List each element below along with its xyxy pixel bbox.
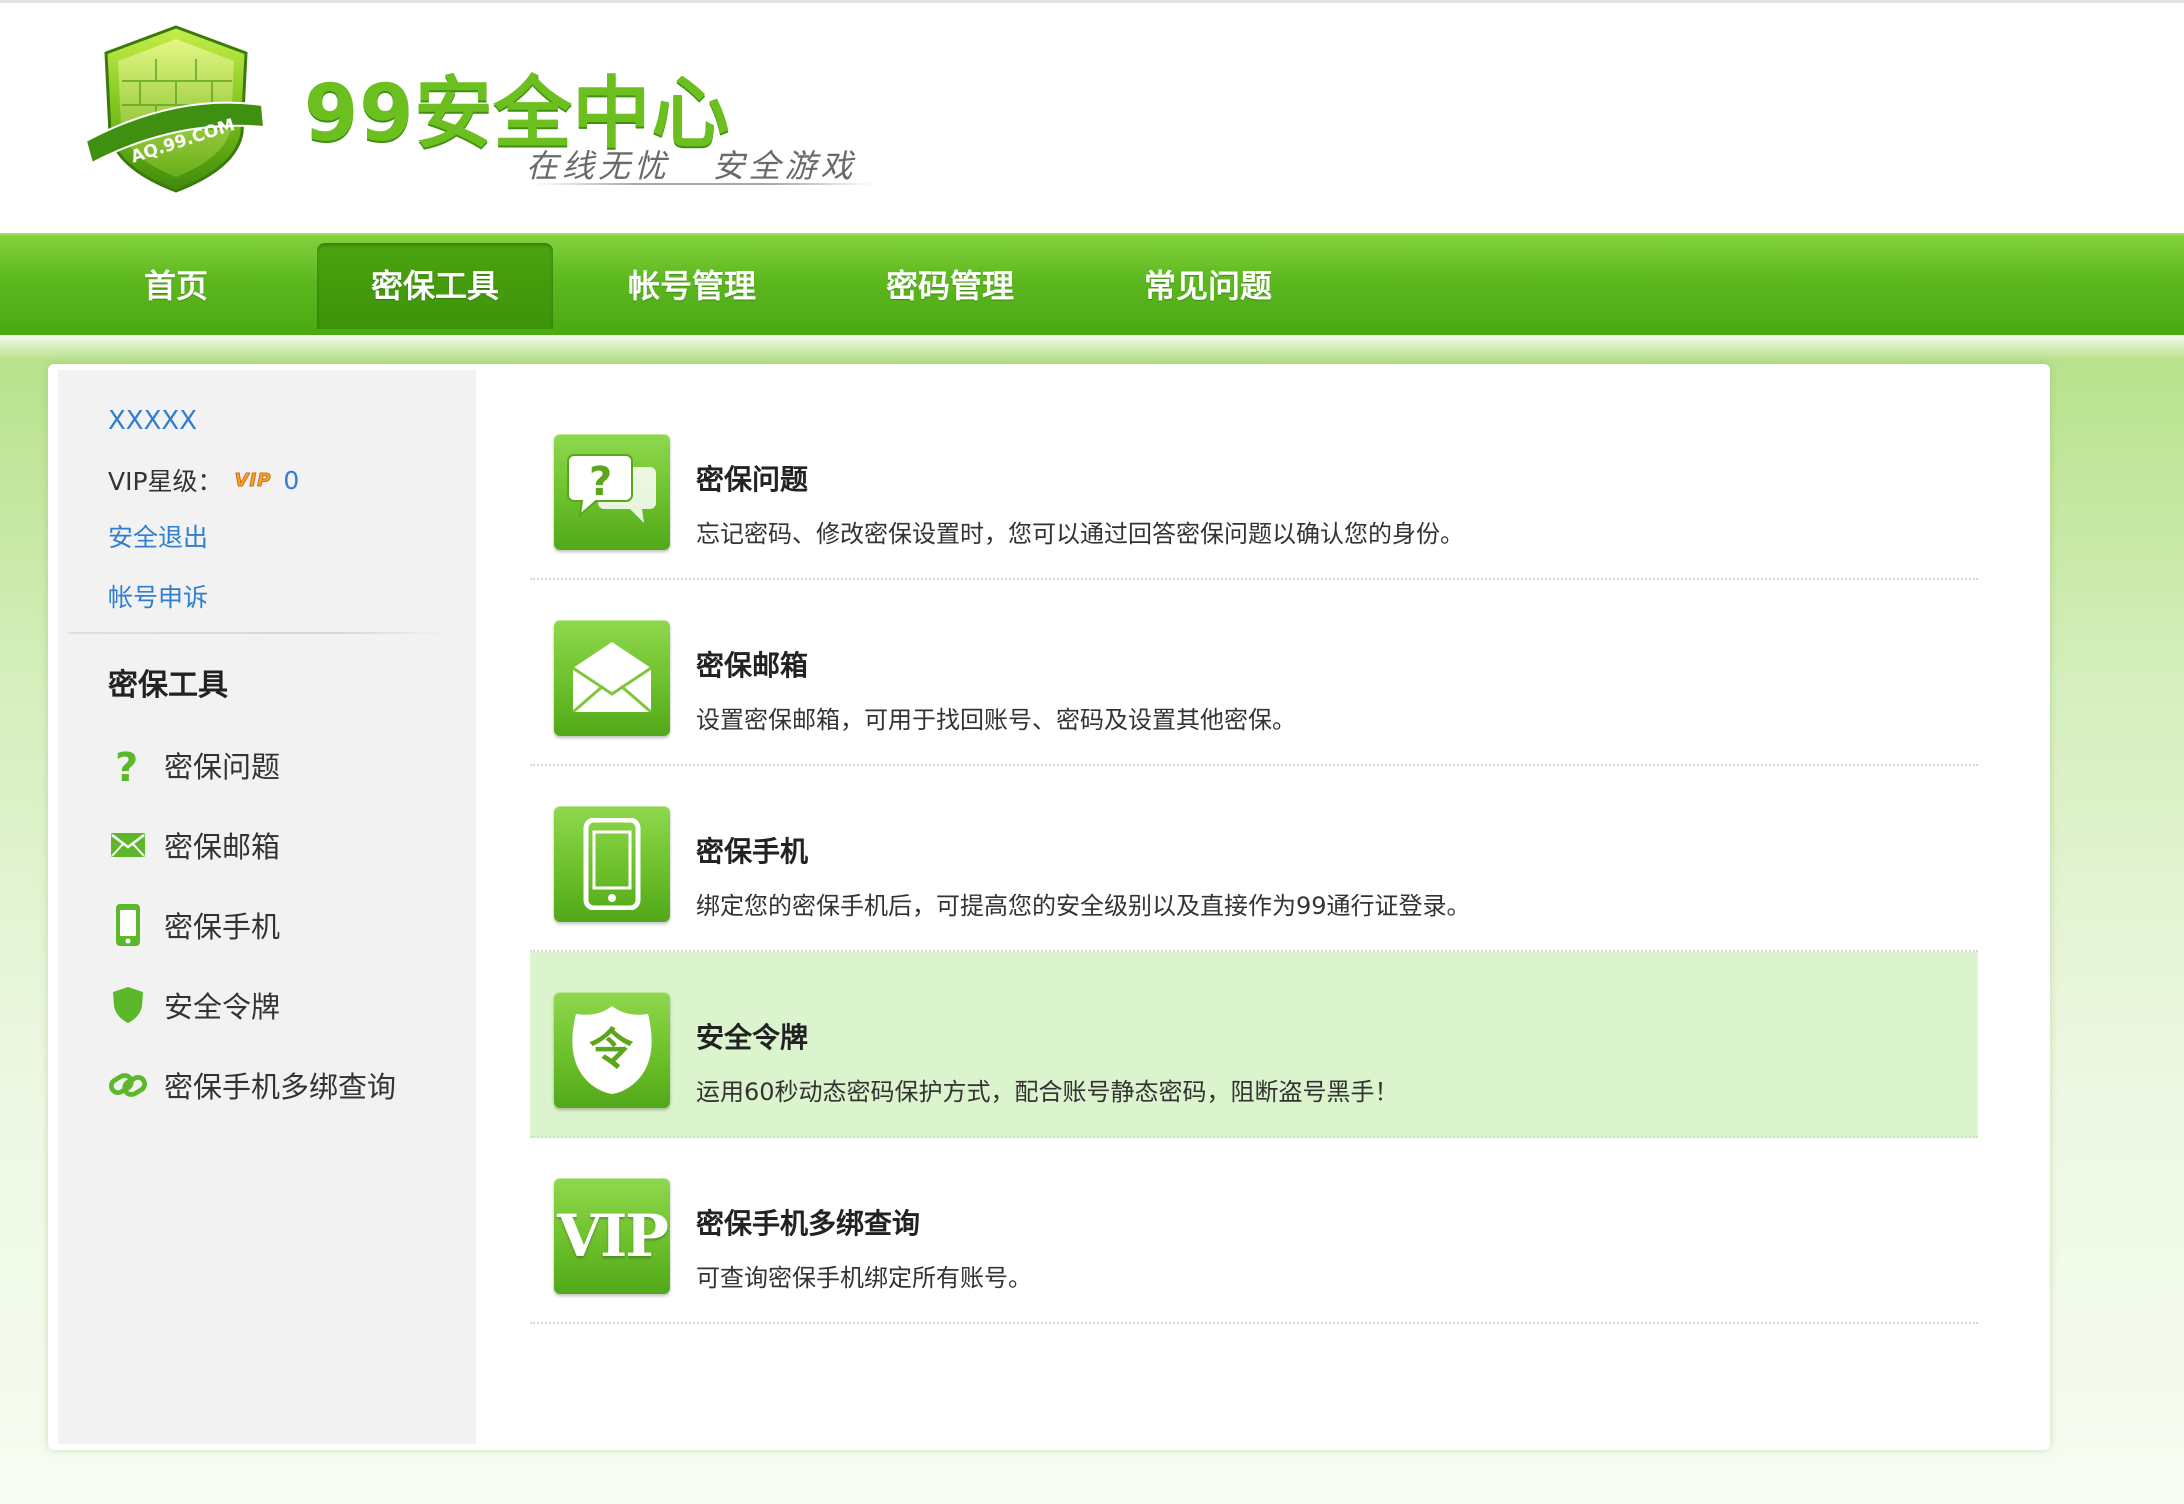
svg-text:?: ? bbox=[115, 745, 138, 785]
tool-description: 忘记密码、修改密保设置时，您可以通过回答密保问题以确认您的身份。 bbox=[696, 520, 1464, 548]
tool-row-security-token[interactable]: 令 安全令牌 运用60秒动态密码保护方式，配合账号静态密码，阻断盗号黑手！ bbox=[530, 952, 1978, 1138]
mail-icon bbox=[108, 825, 148, 865]
tool-description: 运用60秒动态密码保护方式，配合账号静态密码，阻断盗号黑手！ bbox=[696, 1078, 1399, 1106]
nav-home[interactable]: 首页 bbox=[58, 243, 294, 329]
sidebar-item-security-email[interactable]: 密保邮箱 bbox=[108, 820, 468, 870]
shield-icon bbox=[108, 985, 148, 1025]
nav-account-management[interactable]: 帐号管理 bbox=[574, 243, 810, 329]
tool-title: 密保问题 bbox=[696, 463, 809, 496]
account-appeal-link[interactable]: 帐号申诉 bbox=[108, 578, 208, 614]
sidebar-item-label: 密保手机 bbox=[164, 910, 281, 944]
envelope-icon bbox=[554, 620, 670, 736]
sidebar-item-label: 密保手机多绑查询 bbox=[164, 1070, 397, 1104]
question-bubble-icon: ? bbox=[554, 434, 670, 550]
sidebar-item-security-phone[interactable]: 密保手机 bbox=[108, 900, 468, 950]
sidebar-item-security-question[interactable]: ? 密保问题 bbox=[108, 740, 468, 790]
username: XXXXX bbox=[108, 406, 198, 436]
sidebar-item-multi-bind-query[interactable]: 密保手机多绑查询 bbox=[108, 1060, 468, 1110]
vip-badge-icon: VIP bbox=[234, 469, 272, 491]
tool-title: 密保邮箱 bbox=[696, 649, 809, 682]
site-logo-icon[interactable]: AQ.99.COM bbox=[84, 23, 266, 195]
content-panel: XXXXX VIP星级： VIP 0 安全退出 帐号申诉 密保工具 ? 密保问题… bbox=[48, 364, 2050, 1450]
sidebar-item-label: 密保问题 bbox=[164, 750, 281, 784]
tool-row-security-question[interactable]: ? 密保问题 忘记密码、修改密保设置时，您可以通过回答密保问题以确认您的身份。 bbox=[530, 394, 1978, 580]
tool-title: 安全令牌 bbox=[696, 1021, 809, 1054]
site-header: AQ.99.COM 99安全中心 在线无忧 安全游戏 bbox=[0, 3, 2184, 233]
nav-password-management[interactable]: 密码管理 bbox=[832, 243, 1068, 329]
tool-description: 绑定您的密保手机后，可提高您的安全级别以及直接作为99通行证登录。 bbox=[696, 892, 1471, 920]
site-slogan: 在线无忧 安全游戏 bbox=[526, 147, 857, 185]
main-nav: 首页 密保工具 帐号管理 密码管理 常见问题 bbox=[0, 233, 2184, 335]
slogan-underline bbox=[534, 183, 874, 185]
mobile-phone-icon bbox=[554, 806, 670, 922]
tool-row-security-phone[interactable]: 密保手机 绑定您的密保手机后，可提高您的安全级别以及直接作为99通行证登录。 bbox=[530, 766, 1978, 952]
vip-label: VIP星级： bbox=[108, 467, 223, 496]
link-icon bbox=[108, 1065, 148, 1105]
tool-description: 设置密保邮箱，可用于找回账号、密码及设置其他密保。 bbox=[696, 706, 1296, 734]
question-icon: ? bbox=[108, 745, 148, 785]
vip-icon: VIP bbox=[554, 1178, 670, 1294]
sidebar-heading: 密保工具 bbox=[108, 668, 228, 703]
sidebar-item-label: 密保邮箱 bbox=[164, 830, 281, 864]
nav-security-tools[interactable]: 密保工具 bbox=[317, 243, 553, 329]
nav-faq[interactable]: 常见问题 bbox=[1090, 243, 1326, 329]
phone-icon bbox=[108, 904, 148, 946]
sidebar: XXXXX VIP星级： VIP 0 安全退出 帐号申诉 密保工具 ? 密保问题… bbox=[58, 370, 476, 1444]
sidebar-divider bbox=[68, 632, 448, 634]
tool-list: ? 密保问题 忘记密码、修改密保设置时，您可以通过回答密保问题以确认您的身份。 … bbox=[530, 394, 1978, 1324]
logout-link[interactable]: 安全退出 bbox=[108, 518, 208, 554]
tool-title: 密保手机多绑查询 bbox=[696, 1207, 921, 1240]
tool-title: 密保手机 bbox=[696, 835, 809, 868]
vip-level-row: VIP星级： VIP 0 bbox=[108, 462, 299, 498]
token-glyph: 令 bbox=[589, 1024, 634, 1075]
svg-text:?: ? bbox=[589, 459, 612, 505]
token-shield-icon: 令 bbox=[554, 992, 670, 1108]
sidebar-item-security-token[interactable]: 安全令牌 bbox=[108, 980, 468, 1030]
sidebar-item-label: 安全令牌 bbox=[164, 990, 281, 1024]
tool-description: 可查询密保手机绑定所有账号。 bbox=[696, 1264, 1032, 1292]
vip-glyph: VIP bbox=[557, 1202, 669, 1270]
tool-row-security-email[interactable]: 密保邮箱 设置密保邮箱，可用于找回账号、密码及设置其他密保。 bbox=[530, 580, 1978, 766]
vip-level-value: 0 bbox=[283, 465, 300, 495]
tool-row-multi-bind-query[interactable]: VIP 密保手机多绑查询 可查询密保手机绑定所有账号。 bbox=[530, 1138, 1978, 1324]
